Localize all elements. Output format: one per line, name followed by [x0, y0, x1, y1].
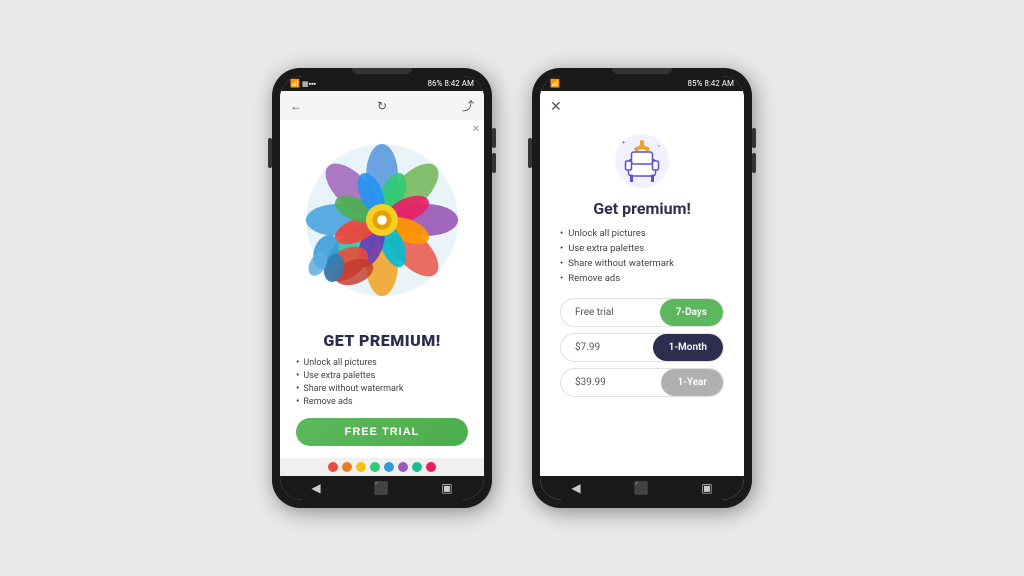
back-nav-btn-2[interactable]: ◀	[571, 481, 580, 495]
pricing-content: Get premium! Unlock all pictures Use ext…	[540, 195, 744, 476]
feature-item-2: Use extra palettes	[560, 241, 724, 256]
monthly-option[interactable]: $7.99 1-Month	[560, 333, 724, 362]
feature-item-2: Remove ads	[560, 271, 724, 286]
nav-bar-1: ◀ ⬛ ▣	[280, 476, 484, 500]
color-dot[interactable]	[370, 462, 380, 472]
close-icon[interactable]: ✕	[472, 124, 480, 135]
color-dot[interactable]	[328, 462, 338, 472]
nav-bar-2: ◀ ⬛ ▣	[540, 476, 744, 500]
feature-item: Remove ads	[296, 395, 468, 408]
feature-item: Unlock all pictures	[296, 356, 468, 369]
share-icon[interactable]: ⤴	[462, 97, 474, 114]
time-text-2: 8:42 AM	[704, 79, 734, 88]
yearly-option[interactable]: $39.99 1-Year	[560, 368, 724, 397]
free-trial-period[interactable]: 7-Days	[660, 299, 723, 326]
get-premium-heading: Get premium!	[560, 199, 724, 218]
home-nav-btn[interactable]: ⬛	[373, 481, 388, 495]
mandala-area: ✕	[280, 120, 484, 319]
color-dot[interactable]	[426, 462, 436, 472]
svg-text:✦: ✦	[657, 144, 661, 150]
status-bar-2: 📶 85% 8:42 AM	[540, 76, 744, 91]
status-right-1: 86% 8:42 AM	[428, 79, 474, 88]
wifi-icon-2: 📶	[550, 79, 560, 88]
free-trial-option[interactable]: Free trial 7-Days	[560, 298, 724, 327]
volume-up-btn	[492, 128, 496, 148]
volume-down-btn	[492, 153, 496, 173]
armchair-icon: ✦ ✦ ·	[612, 131, 672, 191]
feature-item-2: Share without watermark	[560, 256, 724, 271]
power-btn-2	[528, 138, 532, 168]
power-btn	[268, 138, 272, 168]
color-wheel-strip	[280, 458, 484, 476]
volume-down-btn-2	[752, 153, 756, 173]
svg-text:✦: ✦	[621, 140, 626, 147]
premium-title: GET PREMIUM!	[296, 331, 468, 350]
color-dot[interactable]	[356, 462, 366, 472]
feature-item-2: Unlock all pictures	[560, 226, 724, 241]
free-trial-label: Free trial	[561, 299, 660, 326]
pricing-screen: ✕ ✦ ✦ ·	[540, 91, 744, 500]
home-nav-btn-2[interactable]: ⬛	[633, 481, 648, 495]
feature-item: Share without watermark	[296, 382, 468, 395]
yearly-label: $39.99	[561, 369, 661, 396]
status-right-2: 85% 8:42 AM	[688, 79, 734, 88]
recent-nav-btn-2[interactable]: ▣	[701, 481, 712, 495]
status-bar-1: 📶 ▦▪▪▪ 86% 8:42 AM	[280, 76, 484, 91]
premium-card: GET PREMIUM! Unlock all pictures Use ext…	[280, 319, 484, 458]
svg-text:·: ·	[662, 137, 663, 141]
status-left-1: 📶 ▦▪▪▪	[290, 79, 316, 88]
features-list-2: Unlock all pictures Use extra palettes S…	[560, 226, 724, 286]
wifi-icon: 📶	[290, 79, 300, 88]
battery-text-2: 85%	[688, 79, 703, 88]
time-text: 8:42 AM	[444, 79, 474, 88]
features-list-1: Unlock all pictures Use extra palettes S…	[296, 356, 468, 408]
phone1-screen: 📶 ▦▪▪▪ 86% 8:42 AM ← ↻ ⤴ ✕	[280, 76, 484, 500]
free-trial-button[interactable]: FREE TRIAL	[296, 418, 468, 446]
monthly-period[interactable]: 1-Month	[653, 334, 723, 361]
pricing-header: ✕	[540, 91, 744, 123]
color-dot[interactable]	[342, 462, 352, 472]
premium-icon-area: ✦ ✦ ·	[540, 123, 744, 195]
status-left-2: 📶	[550, 79, 560, 88]
phone-2: 📶 85% 8:42 AM ✕ ✦ ✦ ·	[532, 68, 752, 508]
close-button[interactable]: ✕	[550, 99, 562, 115]
color-dot[interactable]	[412, 462, 422, 472]
yearly-period[interactable]: 1-Year	[661, 369, 723, 396]
back-nav-btn[interactable]: ◀	[311, 481, 320, 495]
phone-1: 📶 ▦▪▪▪ 86% 8:42 AM ← ↻ ⤴ ✕	[272, 68, 492, 508]
back-icon[interactable]: ←	[290, 99, 302, 113]
signal-icon: ▦▪▪▪	[302, 80, 316, 88]
color-dot[interactable]	[398, 462, 408, 472]
color-dot[interactable]	[384, 462, 394, 472]
recent-nav-btn[interactable]: ▣	[441, 481, 452, 495]
feature-item: Use extra palettes	[296, 369, 468, 382]
refresh-icon[interactable]: ↻	[377, 99, 387, 113]
monthly-label: $7.99	[561, 334, 653, 361]
phone2-screen: 📶 85% 8:42 AM ✕ ✦ ✦ ·	[540, 76, 744, 500]
volume-up-btn-2	[752, 128, 756, 148]
app-header-1: ← ↻ ⤴	[280, 91, 484, 120]
battery-text: 86%	[428, 79, 443, 88]
mandala-image	[302, 140, 462, 300]
